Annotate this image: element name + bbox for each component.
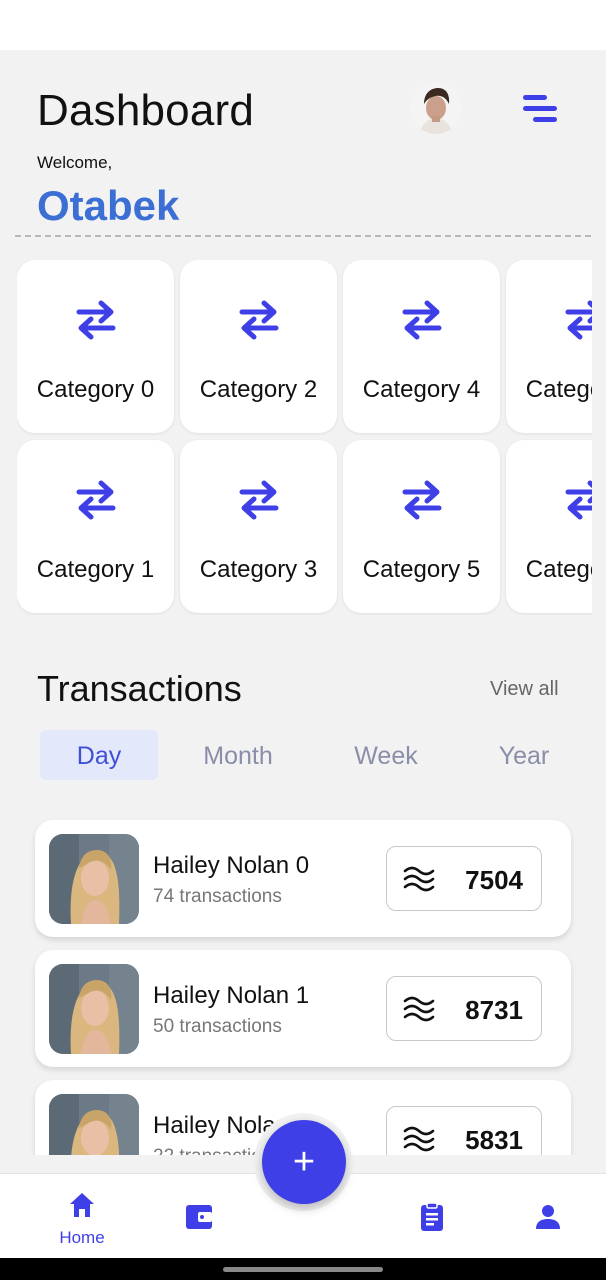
home-icon — [70, 1193, 94, 1217]
category-card[interactable]: Category 2 — [180, 260, 337, 433]
transaction-list: Hailey Nolan 0 74 transactions 7504 Hail… — [0, 810, 606, 1155]
swap-icon — [76, 300, 115, 340]
nav-home-label: Home — [59, 1228, 105, 1247]
category-card[interactable]: Category 3 — [180, 440, 337, 613]
wave-icon — [403, 996, 435, 1022]
transaction-count: 50 transactions — [153, 1016, 282, 1037]
status-bar — [0, 0, 606, 50]
user-icon — [536, 1205, 560, 1229]
transaction-count: 74 transactions — [153, 886, 282, 907]
contact-name: Hailey Nolan 1 — [153, 982, 310, 1009]
clipboard-icon — [421, 1202, 443, 1231]
avatar[interactable] — [410, 82, 462, 134]
swap-icon — [76, 480, 115, 520]
category-card[interactable]: Category 5 — [343, 440, 500, 613]
swap-icon — [565, 300, 592, 340]
tab-year[interactable]: Year — [470, 730, 578, 780]
nav-wallet[interactable] — [169, 1190, 229, 1250]
category-label: Category 5 — [362, 556, 481, 583]
nav-home[interactable]: Home — [52, 1190, 112, 1250]
category-label: Category 0 — [36, 376, 155, 403]
category-label: Category 3 — [199, 556, 318, 583]
contact-photo — [49, 1094, 139, 1155]
tab-week[interactable]: Week — [330, 730, 442, 780]
category-card[interactable]: Category 0 — [17, 260, 174, 433]
transaction-item[interactable]: Hailey Nolan 0 74 transactions 7504 — [35, 820, 571, 937]
category-label: Category 1 — [36, 556, 155, 583]
wallet-icon — [186, 1205, 212, 1229]
nav-reports[interactable] — [402, 1190, 462, 1250]
tab-day[interactable]: Day — [40, 730, 158, 780]
amount-box: 8731 — [386, 976, 542, 1041]
avatar-photo — [410, 82, 462, 134]
amount-box: 5831 — [386, 1106, 542, 1155]
category-card[interactable]: Category 6 — [506, 260, 592, 433]
period-tabs: Day Month Week Year — [40, 730, 570, 782]
swap-icon — [402, 480, 441, 520]
category-label: Category 7 — [525, 556, 592, 583]
system-navigation-bar — [0, 1258, 606, 1280]
nav-profile[interactable] — [518, 1190, 578, 1250]
category-card[interactable]: Category 7 — [506, 440, 592, 613]
transactions-title: Transactions — [37, 668, 242, 709]
amount-value: 7504 — [465, 865, 523, 895]
category-card[interactable]: Category 4 — [343, 260, 500, 433]
category-label: Category 6 — [525, 376, 592, 403]
wave-icon — [403, 866, 435, 892]
swap-icon — [565, 480, 592, 520]
welcome-text: Welcome, — [37, 153, 113, 172]
transaction-item[interactable]: Hailey Nolan 1 50 transactions 8731 — [35, 950, 571, 1067]
category-grid: Category 0 Category 1 Category 2 Categor… — [17, 260, 592, 615]
category-label: Category 2 — [199, 376, 318, 403]
amount-value: 8731 — [465, 995, 523, 1025]
category-card[interactable]: Category 1 — [17, 440, 174, 613]
swap-icon — [239, 300, 278, 340]
home-indicator[interactable] — [223, 1267, 383, 1272]
view-all-link[interactable]: View all — [490, 678, 559, 701]
amount-value: 5831 — [465, 1125, 523, 1155]
amount-box: 7504 — [386, 846, 542, 911]
contact-photo — [49, 834, 139, 924]
tab-month[interactable]: Month — [178, 730, 298, 780]
contact-name: Hailey Nolan 0 — [153, 852, 310, 879]
divider — [15, 235, 591, 237]
swap-icon — [402, 300, 441, 340]
page-title: Dashboard — [37, 86, 255, 135]
wave-icon — [403, 1126, 435, 1152]
swap-icon — [239, 480, 278, 520]
contact-photo — [49, 964, 139, 1054]
menu-icon[interactable] — [518, 92, 562, 126]
category-label: Category 4 — [362, 376, 481, 403]
dashboard-screen: Dashboard Welcome, Otabek Category 0 Cat… — [0, 50, 606, 1258]
username: Otabek — [37, 182, 180, 229]
plus-icon: + — [292, 1141, 316, 1183]
add-button[interactable]: + — [262, 1120, 346, 1204]
